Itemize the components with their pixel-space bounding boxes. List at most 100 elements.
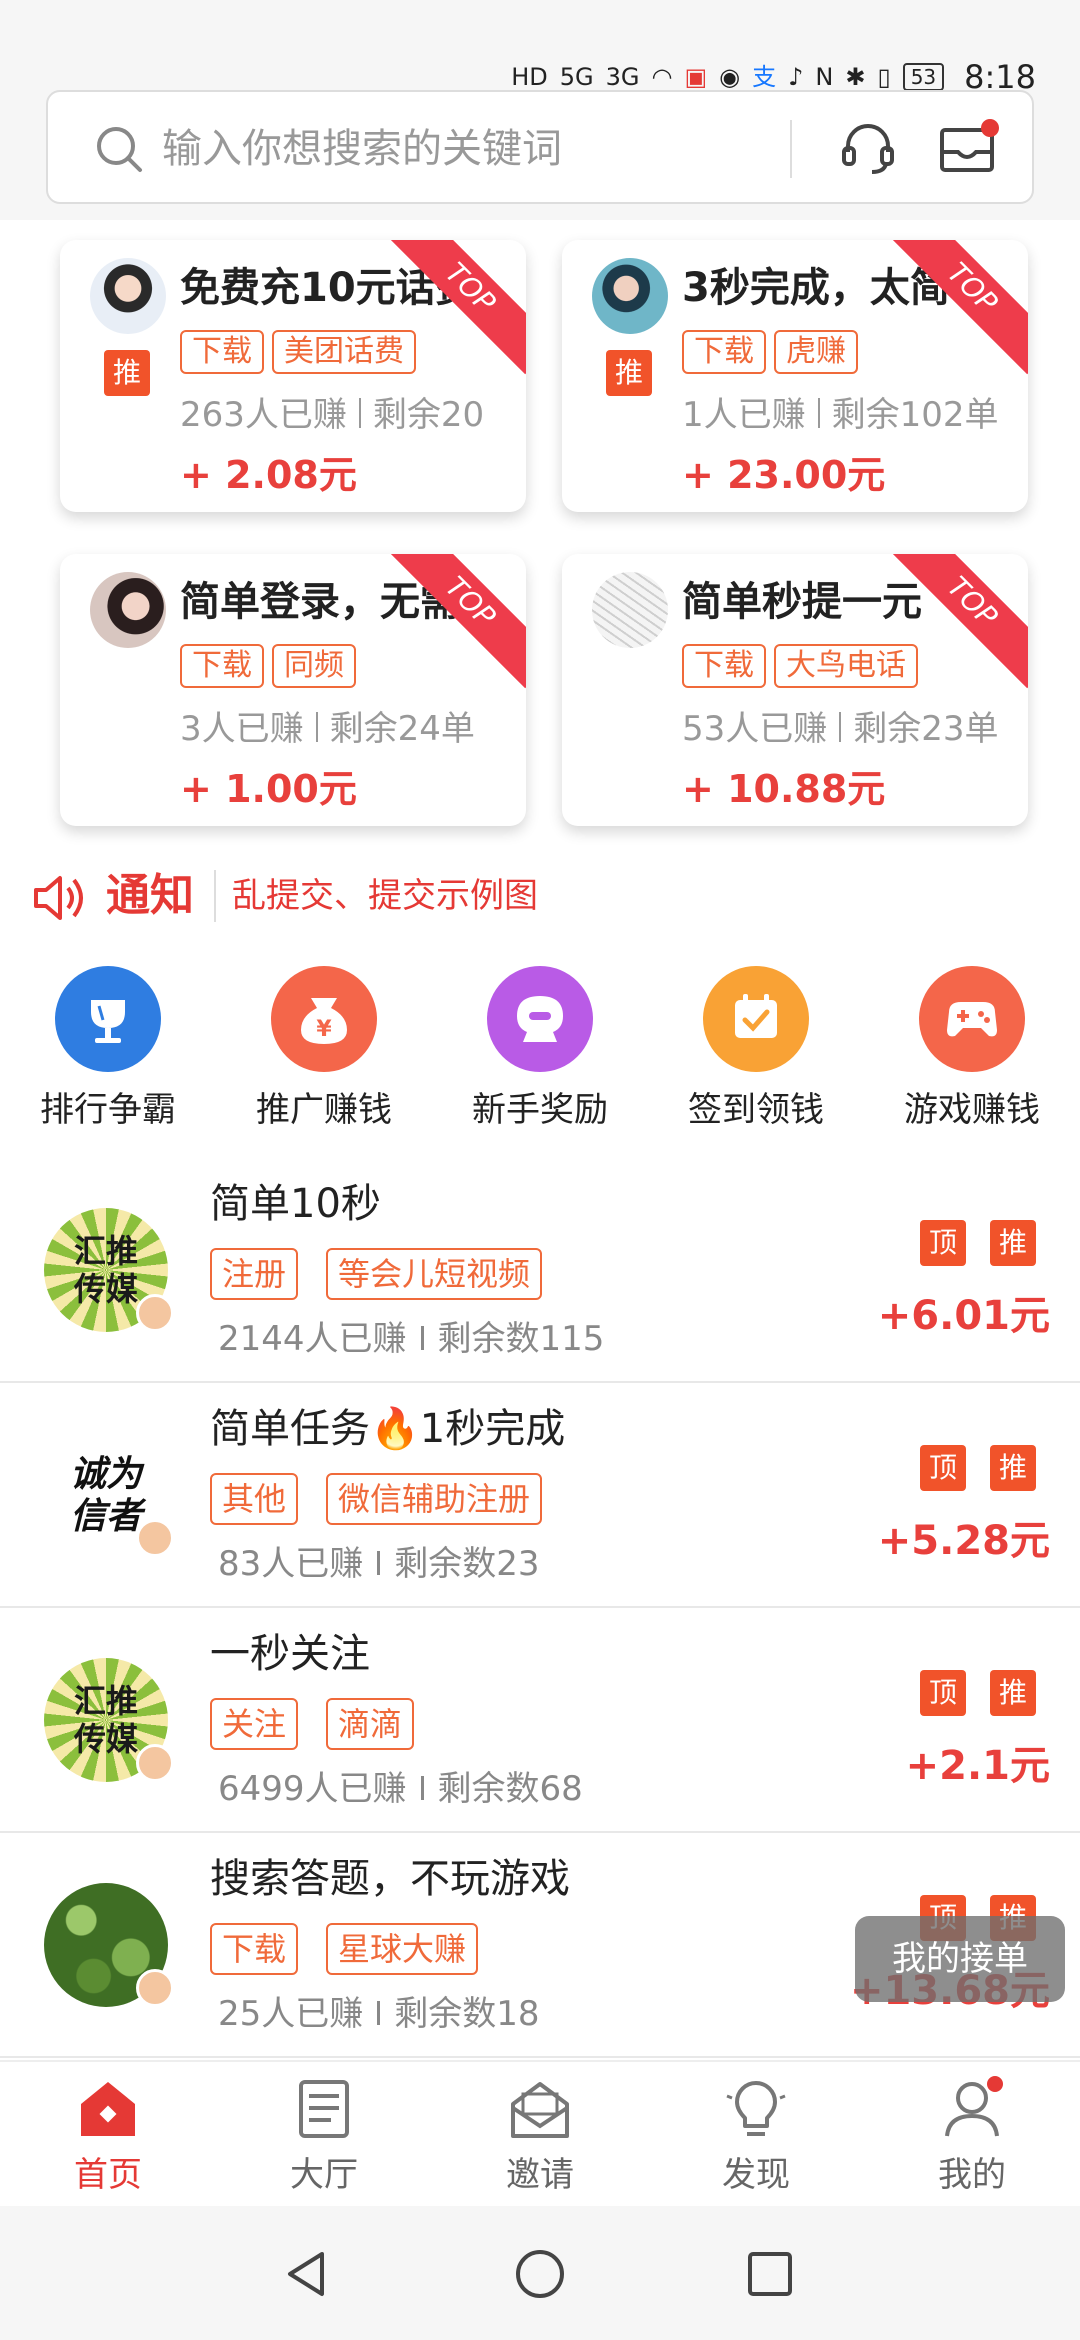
svg-text:¥: ¥: [316, 1017, 332, 1042]
list-icon: [299, 2080, 349, 2138]
hd-indicator: HD: [511, 63, 548, 91]
task-badges: 顶 推: [920, 1445, 1036, 1491]
remaining-count: 剩余数18: [394, 1994, 540, 2034]
remaining-count: 剩余数68: [437, 1769, 583, 1809]
signal-3g-icon: 3G: [605, 63, 640, 91]
alipay-icon: 支: [752, 63, 777, 91]
menu-games[interactable]: 游戏赚钱: [864, 966, 1080, 1132]
nfc-icon: N: [815, 63, 834, 91]
task-tags: 其他 微信辅助注册: [210, 1473, 543, 1525]
nav-invite[interactable]: 邀请: [432, 2076, 648, 2200]
calendar-check-icon: [703, 966, 809, 1072]
customer-service-icon[interactable]: [836, 116, 900, 180]
card-tags: 下载 大鸟电话: [682, 644, 918, 688]
task-tag: 滴滴: [326, 1698, 415, 1750]
task-card[interactable]: 推 3秒完成，太简单 下载 虎赚 1人已赚 剩余102单 + 23.00元 TOP: [562, 240, 1028, 512]
menu-promote[interactable]: ¥ 推广赚钱: [216, 966, 432, 1132]
earned-count: 2144人已赚: [218, 1319, 407, 1359]
task-badges: 顶 推: [920, 1670, 1036, 1716]
nav-label: 邀请: [506, 2155, 574, 2195]
task-list-item[interactable]: 汇推 传媒 一秒关注 关注 滴滴 6499人已赚 剩余数68 顶 推 +2.1元: [0, 1608, 1080, 1833]
message-icon[interactable]: [936, 116, 1000, 180]
vibrate-icon: ▯: [877, 63, 891, 91]
envelope-icon: [511, 2082, 569, 2138]
menu-label: 新手奖励: [472, 1090, 608, 1130]
card-reward: + 1.00元: [180, 767, 357, 811]
nav-home[interactable]: 首页: [0, 2076, 216, 2200]
task-tag: 其他: [210, 1473, 299, 1525]
earned-count: 263人已赚: [180, 395, 347, 435]
card-stats: 3人已赚 剩余24单: [180, 704, 475, 754]
card-tag: 虎赚: [774, 330, 858, 374]
recents-icon[interactable]: [742, 2246, 798, 2302]
crown-icon: [136, 1744, 174, 1782]
task-list-item[interactable]: 诚为 信者 简单任务🔥1秒完成 其他 微信辅助注册 83人已赚 剩余数23 顶 推…: [0, 1383, 1080, 1608]
task-tags: 注册 等会儿短视频: [210, 1248, 543, 1300]
my-orders-button[interactable]: 我的接单: [855, 1916, 1065, 2002]
recommend-badge: 推: [990, 1670, 1036, 1716]
back-icon[interactable]: [280, 2246, 336, 2302]
card-reward: + 2.08元: [180, 453, 357, 497]
task-title: 简单10秒: [210, 1181, 381, 1227]
search-divider: [790, 120, 792, 178]
task-reward: +2.1元: [905, 1743, 1050, 1789]
card-reward: + 23.00元: [682, 453, 886, 497]
remaining-count: 剩余23单: [853, 709, 999, 749]
remaining-count: 剩余数23: [394, 1544, 540, 1584]
task-stats: 83人已赚 剩余数23: [218, 1539, 540, 1589]
nav-hall[interactable]: 大厅: [216, 2076, 432, 2200]
task-badges: 顶 推: [920, 1220, 1036, 1266]
earned-count: 25人已赚: [218, 1994, 364, 2034]
card-tag: 下载: [682, 330, 766, 374]
card-stats: 53人已赚 剩余23单: [682, 704, 999, 754]
card-avatar: [90, 258, 166, 334]
money-bag-icon: ¥: [271, 966, 377, 1072]
task-tag: 微信辅助注册: [326, 1473, 543, 1525]
task-reward: +6.01元: [877, 1293, 1050, 1339]
wechat-icon: ◉: [719, 63, 741, 91]
nav-label: 首页: [74, 2155, 142, 2195]
remaining-count: 剩余20: [372, 395, 485, 435]
search-icon: [97, 127, 142, 172]
task-stats: 25人已赚 剩余数18: [218, 1989, 540, 2039]
menu-checkin[interactable]: 签到领钱: [648, 966, 864, 1132]
nav-me[interactable]: 我的: [864, 2076, 1080, 2200]
system-nav-bar: [0, 2206, 1080, 2340]
card-tag: 同频: [272, 644, 356, 688]
card-avatar: [592, 572, 668, 648]
card-tag: 下载: [682, 644, 766, 688]
card-tag: 美团话费: [272, 330, 416, 374]
pin-badge: 顶: [920, 1670, 966, 1716]
search-input[interactable]: 输入你想搜索的关键词: [46, 90, 1034, 204]
menu-newbie[interactable]: 新手奖励: [432, 966, 648, 1132]
card-tag: 下载: [180, 330, 264, 374]
crown-icon: [136, 1969, 174, 2007]
pin-badge: 顶: [920, 1445, 966, 1491]
gamepad-icon: [919, 966, 1025, 1072]
speaker-icon: [34, 876, 83, 920]
home-circle-icon[interactable]: [512, 2246, 568, 2302]
task-card[interactable]: 简单秒提一元 下载 大鸟电话 53人已赚 剩余23单 + 10.88元 TOP: [562, 554, 1028, 826]
tiktok-icon: ♪: [788, 63, 804, 91]
task-card[interactable]: 简单登录，无需 下载 同频 3人已赚 剩余24单 + 1.00元 TOP: [60, 554, 526, 826]
wifi-icon: ◠: [651, 63, 673, 91]
pin-badge: 顶: [920, 1220, 966, 1266]
task-title: 一秒关注: [210, 1631, 370, 1677]
menu-ranking[interactable]: 排行争霸: [0, 966, 216, 1132]
card-stats: 263人已赚 剩余20: [180, 390, 484, 440]
notice-bar[interactable]: 通知 乱提交、提交示例图: [30, 866, 1050, 930]
card-tags: 下载 同频: [180, 644, 356, 688]
notice-divider: [214, 870, 216, 922]
task-stats: 6499人已赚 剩余数68: [218, 1764, 583, 1814]
task-list-item[interactable]: 汇推 传媒 简单10秒 注册 等会儿短视频 2144人已赚 剩余数115 顶 推 …: [0, 1158, 1080, 1383]
nav-discover[interactable]: 发现: [648, 2076, 864, 2200]
card-tags: 下载 美团话费: [180, 330, 416, 374]
bottom-nav: 首页 大厅 邀请 发现 我的: [0, 2060, 1080, 2206]
task-card[interactable]: 推 免费充10元话费 下载 美团话费 263人已赚 剩余20 + 2.08元 TO…: [60, 240, 526, 512]
nav-label: 我的: [938, 2155, 1006, 2195]
logo-text: 传媒: [73, 1720, 138, 1758]
recommend-badge: 推: [990, 1220, 1036, 1266]
logo-text: 汇推: [73, 1682, 138, 1720]
logo-text: 诚为: [69, 1453, 142, 1495]
notice-title: 通知: [106, 870, 194, 921]
